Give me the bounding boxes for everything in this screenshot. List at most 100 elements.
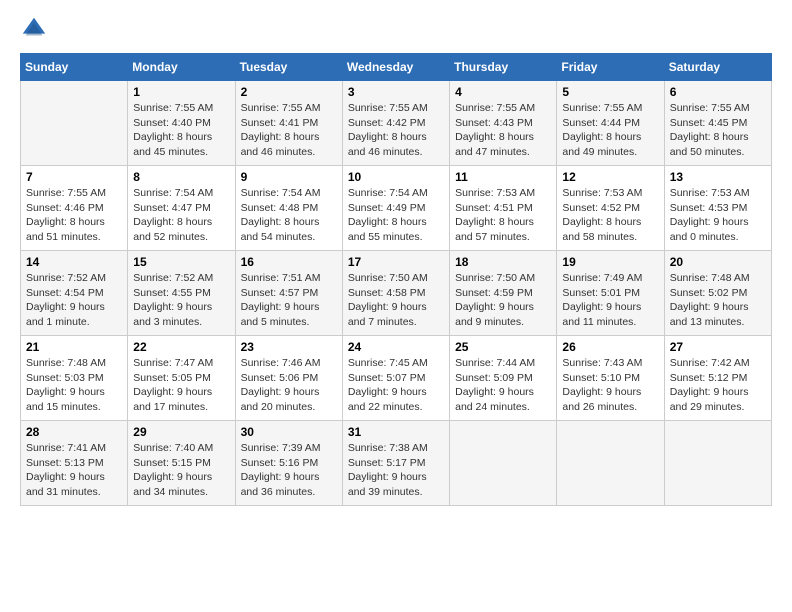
day-info: Sunrise: 7:50 AMSunset: 4:59 PMDaylight:… xyxy=(455,271,551,330)
day-cell: 31 Sunrise: 7:38 AMSunset: 5:17 PMDayligh… xyxy=(342,421,449,506)
day-number: 1 xyxy=(133,85,229,99)
day-cell: 21 Sunrise: 7:48 AMSunset: 5:03 PMDayligh… xyxy=(21,336,128,421)
day-number: 27 xyxy=(670,340,766,354)
col-header-tuesday: Tuesday xyxy=(235,54,342,81)
day-cell: 17 Sunrise: 7:50 AMSunset: 4:58 PMDayligh… xyxy=(342,251,449,336)
day-info: Sunrise: 7:48 AMSunset: 5:02 PMDaylight:… xyxy=(670,271,766,330)
day-number: 14 xyxy=(26,255,122,269)
day-cell: 19Sunrise: 7:49 AMSunset: 5:01 PMDayligh… xyxy=(557,251,664,336)
day-cell: 2 Sunrise: 7:55 AMSunset: 4:41 PMDaylight… xyxy=(235,81,342,166)
day-info: Sunrise: 7:55 AMSunset: 4:41 PMDaylight:… xyxy=(241,101,337,160)
day-cell: 15 Sunrise: 7:52 AMSunset: 4:55 PMDayligh… xyxy=(128,251,235,336)
week-row-4: 21 Sunrise: 7:48 AMSunset: 5:03 PMDayligh… xyxy=(21,336,772,421)
day-cell: 26 Sunrise: 7:43 AMSunset: 5:10 PMDayligh… xyxy=(557,336,664,421)
col-header-sunday: Sunday xyxy=(21,54,128,81)
day-cell: 6 Sunrise: 7:55 AMSunset: 4:45 PMDaylight… xyxy=(664,81,771,166)
day-number: 19 xyxy=(562,255,658,269)
day-number: 16 xyxy=(241,255,337,269)
day-cell xyxy=(664,421,771,506)
day-info: Sunrise: 7:45 AMSunset: 5:07 PMDaylight:… xyxy=(348,356,444,415)
day-cell: 25 Sunrise: 7:44 AMSunset: 5:09 PMDayligh… xyxy=(450,336,557,421)
day-cell: 13 Sunrise: 7:53 AMSunset: 4:53 PMDayligh… xyxy=(664,166,771,251)
day-info: Sunrise: 7:51 AMSunset: 4:57 PMDaylight:… xyxy=(241,271,337,330)
day-number: 18 xyxy=(455,255,551,269)
day-info: Sunrise: 7:43 AMSunset: 5:10 PMDaylight:… xyxy=(562,356,658,415)
week-row-5: 28Sunrise: 7:41 AMSunset: 5:13 PMDayligh… xyxy=(21,421,772,506)
day-cell: 30 Sunrise: 7:39 AMSunset: 5:16 PMDayligh… xyxy=(235,421,342,506)
day-number: 5 xyxy=(562,85,658,99)
day-number: 24 xyxy=(348,340,444,354)
day-info: Sunrise: 7:47 AMSunset: 5:05 PMDaylight:… xyxy=(133,356,229,415)
day-info: Sunrise: 7:53 AMSunset: 4:52 PMDaylight:… xyxy=(562,186,658,245)
day-cell: 27 Sunrise: 7:42 AMSunset: 5:12 PMDayligh… xyxy=(664,336,771,421)
col-header-saturday: Saturday xyxy=(664,54,771,81)
day-number: 20 xyxy=(670,255,766,269)
day-cell: 3 Sunrise: 7:55 AMSunset: 4:42 PMDaylight… xyxy=(342,81,449,166)
day-number: 13 xyxy=(670,170,766,184)
col-header-friday: Friday xyxy=(557,54,664,81)
day-number: 15 xyxy=(133,255,229,269)
day-number: 23 xyxy=(241,340,337,354)
day-number: 26 xyxy=(562,340,658,354)
col-header-thursday: Thursday xyxy=(450,54,557,81)
day-cell: 24 Sunrise: 7:45 AMSunset: 5:07 PMDayligh… xyxy=(342,336,449,421)
day-number: 9 xyxy=(241,170,337,184)
col-header-wednesday: Wednesday xyxy=(342,54,449,81)
day-number: 7 xyxy=(26,170,122,184)
day-number: 22 xyxy=(133,340,229,354)
day-number: 12 xyxy=(562,170,658,184)
day-number: 30 xyxy=(241,425,337,439)
day-cell xyxy=(21,81,128,166)
day-info: Sunrise: 7:54 AMSunset: 4:47 PMDaylight:… xyxy=(133,186,229,245)
day-info: Sunrise: 7:54 AMSunset: 4:48 PMDaylight:… xyxy=(241,186,337,245)
day-info: Sunrise: 7:55 AMSunset: 4:44 PMDaylight:… xyxy=(562,101,658,160)
day-cell: 29 Sunrise: 7:40 AMSunset: 5:15 PMDayligh… xyxy=(128,421,235,506)
day-cell: 28Sunrise: 7:41 AMSunset: 5:13 PMDayligh… xyxy=(21,421,128,506)
day-info: Sunrise: 7:53 AMSunset: 4:51 PMDaylight:… xyxy=(455,186,551,245)
day-cell: 12 Sunrise: 7:53 AMSunset: 4:52 PMDayligh… xyxy=(557,166,664,251)
day-cell: 5 Sunrise: 7:55 AMSunset: 4:44 PMDaylight… xyxy=(557,81,664,166)
day-number: 17 xyxy=(348,255,444,269)
day-info: Sunrise: 7:55 AMSunset: 4:40 PMDaylight:… xyxy=(133,101,229,160)
day-cell: 20 Sunrise: 7:48 AMSunset: 5:02 PMDayligh… xyxy=(664,251,771,336)
day-number: 21 xyxy=(26,340,122,354)
week-row-1: 1 Sunrise: 7:55 AMSunset: 4:40 PMDaylight… xyxy=(21,81,772,166)
day-number: 4 xyxy=(455,85,551,99)
day-number: 25 xyxy=(455,340,551,354)
day-info: Sunrise: 7:50 AMSunset: 4:58 PMDaylight:… xyxy=(348,271,444,330)
day-cell: 22 Sunrise: 7:47 AMSunset: 5:05 PMDayligh… xyxy=(128,336,235,421)
day-info: Sunrise: 7:52 AMSunset: 4:55 PMDaylight:… xyxy=(133,271,229,330)
day-info: Sunrise: 7:55 AMSunset: 4:42 PMDaylight:… xyxy=(348,101,444,160)
day-cell: 4Sunrise: 7:55 AMSunset: 4:43 PMDaylight… xyxy=(450,81,557,166)
day-number: 31 xyxy=(348,425,444,439)
day-number: 11 xyxy=(455,170,551,184)
day-info: Sunrise: 7:46 AMSunset: 5:06 PMDaylight:… xyxy=(241,356,337,415)
day-cell xyxy=(450,421,557,506)
col-header-monday: Monday xyxy=(128,54,235,81)
day-number: 3 xyxy=(348,85,444,99)
day-cell: 8 Sunrise: 7:54 AMSunset: 4:47 PMDaylight… xyxy=(128,166,235,251)
day-info: Sunrise: 7:42 AMSunset: 5:12 PMDaylight:… xyxy=(670,356,766,415)
week-row-3: 14 Sunrise: 7:52 AMSunset: 4:54 PMDayligh… xyxy=(21,251,772,336)
day-info: Sunrise: 7:48 AMSunset: 5:03 PMDaylight:… xyxy=(26,356,122,415)
day-info: Sunrise: 7:38 AMSunset: 5:17 PMDaylight:… xyxy=(348,441,444,500)
day-info: Sunrise: 7:52 AMSunset: 4:54 PMDaylight:… xyxy=(26,271,122,330)
day-info: Sunrise: 7:55 AMSunset: 4:45 PMDaylight:… xyxy=(670,101,766,160)
day-info: Sunrise: 7:40 AMSunset: 5:15 PMDaylight:… xyxy=(133,441,229,500)
week-row-2: 7Sunrise: 7:55 AMSunset: 4:46 PMDaylight… xyxy=(21,166,772,251)
day-number: 6 xyxy=(670,85,766,99)
day-cell: 18 Sunrise: 7:50 AMSunset: 4:59 PMDayligh… xyxy=(450,251,557,336)
day-number: 2 xyxy=(241,85,337,99)
day-info: Sunrise: 7:39 AMSunset: 5:16 PMDaylight:… xyxy=(241,441,337,500)
day-info: Sunrise: 7:41 AMSunset: 5:13 PMDaylight:… xyxy=(26,441,122,500)
logo-icon xyxy=(20,15,48,43)
day-info: Sunrise: 7:53 AMSunset: 4:53 PMDaylight:… xyxy=(670,186,766,245)
day-cell: 16 Sunrise: 7:51 AMSunset: 4:57 PMDayligh… xyxy=(235,251,342,336)
day-number: 8 xyxy=(133,170,229,184)
header xyxy=(20,15,772,43)
day-number: 29 xyxy=(133,425,229,439)
day-cell: 23 Sunrise: 7:46 AMSunset: 5:06 PMDayligh… xyxy=(235,336,342,421)
day-info: Sunrise: 7:44 AMSunset: 5:09 PMDaylight:… xyxy=(455,356,551,415)
day-number: 10 xyxy=(348,170,444,184)
day-cell: 14 Sunrise: 7:52 AMSunset: 4:54 PMDayligh… xyxy=(21,251,128,336)
